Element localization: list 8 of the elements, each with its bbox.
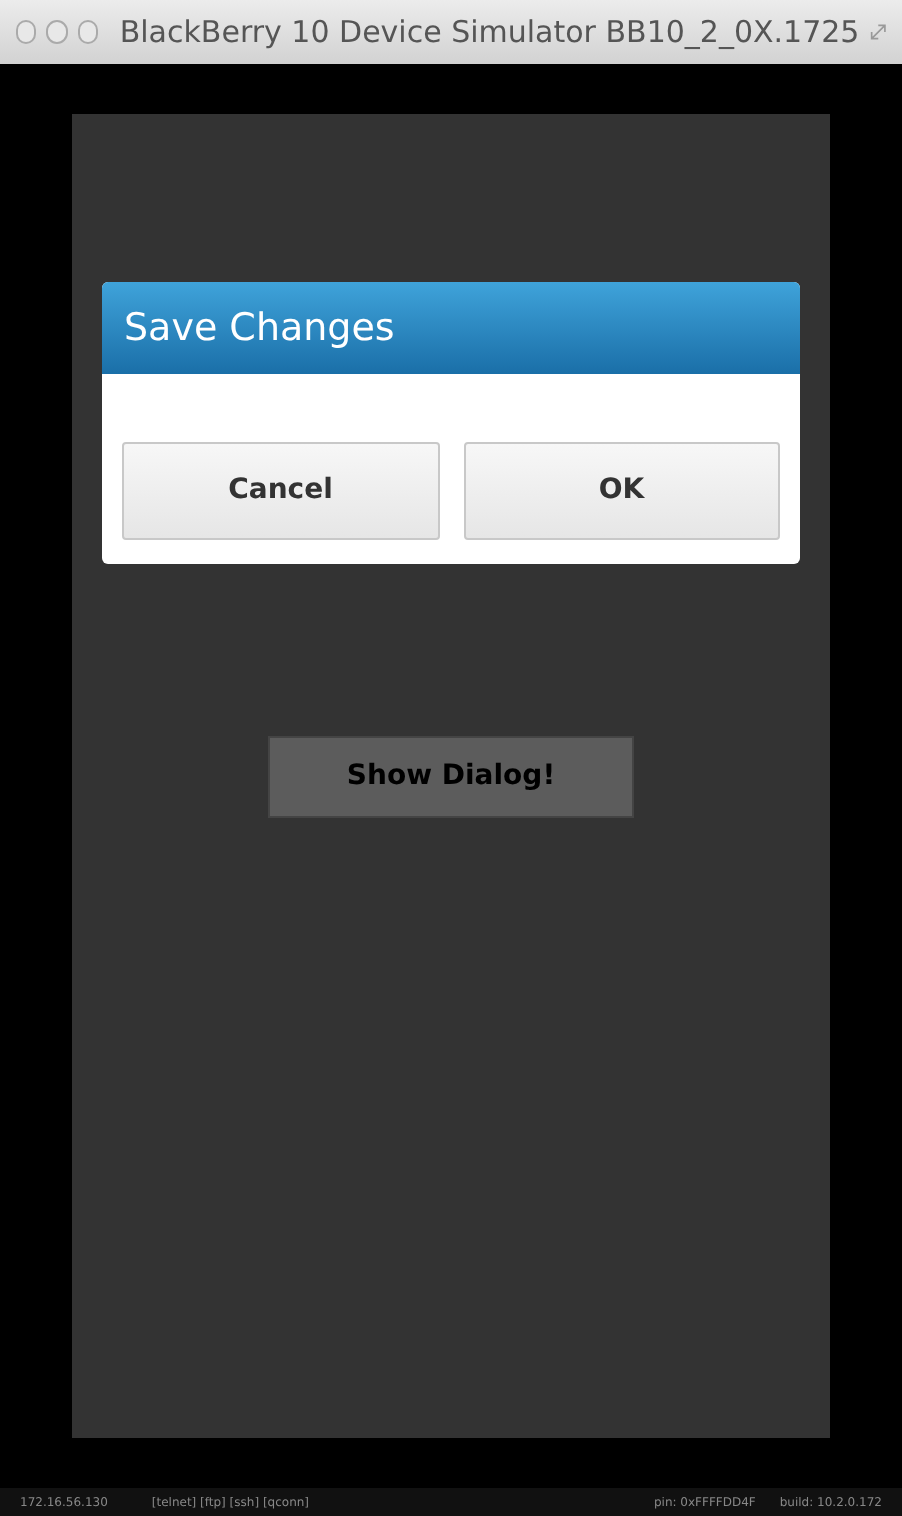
resize-icon[interactable]	[869, 22, 886, 42]
window-control-icon[interactable]	[77, 20, 98, 44]
dialog-button[interactable]: Cancel	[122, 442, 439, 540]
dialog-button[interactable]: OK	[463, 442, 780, 540]
window-control-icon[interactable]	[16, 20, 37, 44]
window-title: BlackBerry 10 Device Simulator BB10_2_0X.1725	[119, 11, 860, 54]
window-control-icon[interactable]	[46, 20, 68, 44]
dialog-title: Save Changes	[124, 303, 395, 354]
